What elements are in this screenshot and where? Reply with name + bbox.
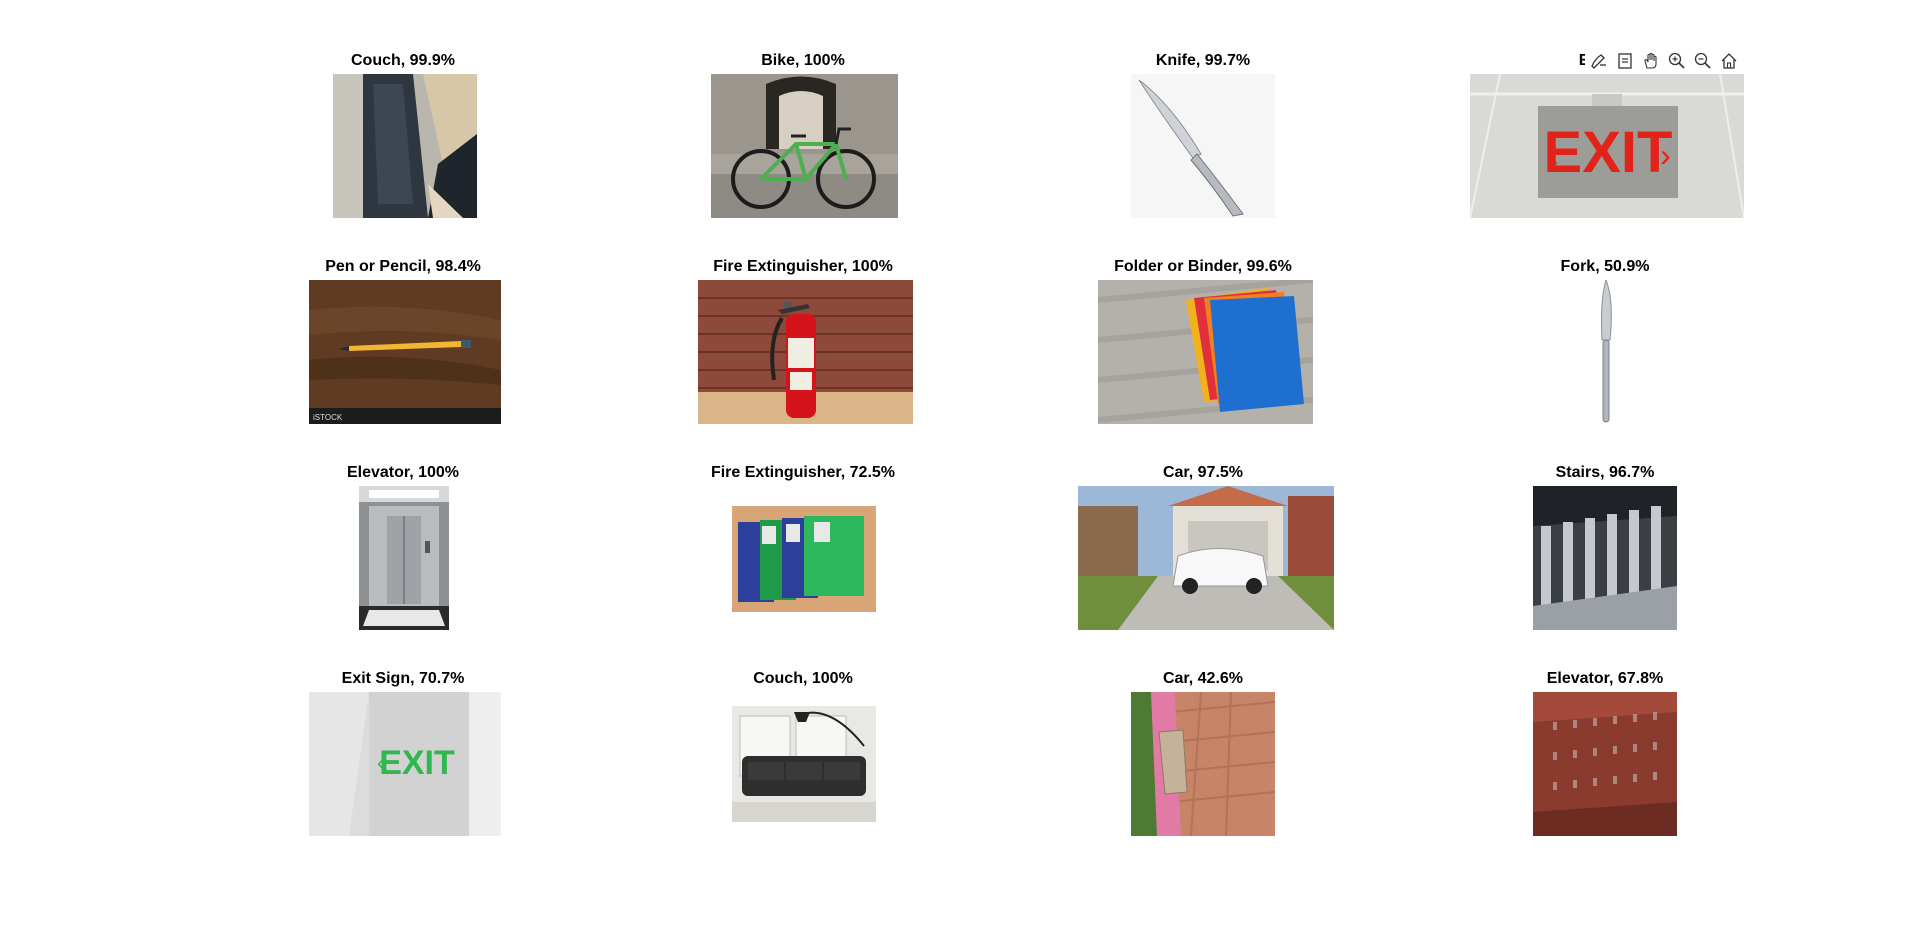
pencil-photo: iSTOCK — [309, 280, 501, 424]
panel-fire-extinguisher-1: Fire Extinguisher, 100% — [690, 258, 916, 426]
panel-exit-sign-green: Exit Sign, 70.7% EXIT ‹ — [290, 670, 516, 838]
pan-hand-icon[interactable] — [1639, 49, 1663, 73]
binders-photo — [732, 506, 876, 612]
elevator-photo — [359, 486, 449, 630]
panel-folder-binder: Folder or Binder, 99.6% — [1090, 258, 1316, 426]
zoom-out-icon[interactable] — [1691, 49, 1715, 73]
car-driveway-photo — [1078, 486, 1334, 630]
panel-title: Fire Extinguisher, 100% — [713, 258, 893, 275]
exit-sign-green-photo: EXIT ‹ — [309, 692, 501, 836]
svg-text:EXIT: EXIT — [1544, 120, 1673, 185]
panel-title: Bike, 100% — [761, 52, 845, 69]
panel-bike: Bike, 100% — [690, 52, 916, 220]
panel-stairs: Stairs, 96.7% — [1440, 464, 1770, 632]
panel-fork: Fork, 50.9% — [1440, 258, 1770, 426]
panel-title: Car, 97.5% — [1162, 464, 1244, 481]
panel-title: Stairs, 96.7% — [1555, 464, 1655, 481]
knife-photo — [1131, 74, 1275, 218]
svg-text:iSTOCK: iSTOCK — [313, 413, 343, 422]
panel-title: Knife, 99.7% — [1155, 52, 1251, 69]
stairs-photo — [1533, 486, 1677, 630]
axes-toolbar — [1585, 49, 1743, 73]
panel-pencil: Pen or Pencil, 98.4% iSTOCK — [290, 258, 516, 426]
zoom-in-icon[interactable] — [1665, 49, 1689, 73]
panel-title: Car, 42.6% — [1162, 670, 1244, 687]
panel-title: Elevator, 67.8% — [1546, 670, 1664, 687]
panel-car-2: Car, 42.6% — [1090, 670, 1316, 838]
folders-photo — [1098, 280, 1313, 424]
panel-exit-sign-red: Exit S EXIT ‹ › — [1440, 52, 1770, 220]
knife-vertical-photo — [1596, 280, 1616, 424]
panel-title: Fork, 50.9% — [1560, 258, 1650, 275]
panel-elevator-2: Elevator, 67.8% — [1440, 670, 1770, 838]
svg-text:‹: ‹ — [1548, 137, 1559, 173]
elevator-wall-photo — [1533, 692, 1677, 836]
svg-text:‹: ‹ — [377, 750, 384, 775]
panel-title: Fire Extinguisher, 72.5% — [710, 464, 896, 481]
panel-title: Pen or Pencil, 98.4% — [325, 258, 481, 275]
panel-fire-extinguisher-2: Fire Extinguisher, 72.5% — [690, 464, 916, 632]
brick-path-photo — [1131, 692, 1275, 836]
bike-photo — [711, 74, 898, 218]
panel-title: Elevator, 100% — [346, 464, 460, 481]
panel-knife: Knife, 99.7% — [1090, 52, 1316, 220]
svg-text:›: › — [1660, 137, 1671, 173]
panel-title: Exit Sign, 70.7% — [341, 670, 465, 687]
panel-title: Couch, 100% — [753, 670, 853, 687]
svg-text:EXIT: EXIT — [379, 744, 455, 782]
brush-icon[interactable] — [1587, 49, 1611, 73]
panel-title: Folder or Binder, 99.6% — [1114, 258, 1292, 275]
datatip-icon[interactable] — [1613, 49, 1637, 73]
couch-angled-photo — [333, 74, 477, 218]
couch-living-room-photo — [732, 706, 876, 822]
figure-window: Couch, 99.9% Bike, 100% Knife, 99.7% EXI… — [0, 0, 1920, 926]
panel-title: Couch, 99.9% — [350, 52, 456, 69]
panel-couch-2: Couch, 100% — [690, 670, 916, 838]
exit-sign-red-photo: EXIT ‹ › — [1470, 74, 1744, 218]
panel-car-1: Car, 97.5% — [1078, 464, 1334, 632]
fire-extinguisher-photo — [698, 280, 913, 424]
home-icon[interactable] — [1717, 49, 1741, 73]
panel-elevator-1: Elevator, 100% — [290, 464, 516, 632]
panel-couch-1: Couch, 99.9% — [290, 52, 516, 220]
